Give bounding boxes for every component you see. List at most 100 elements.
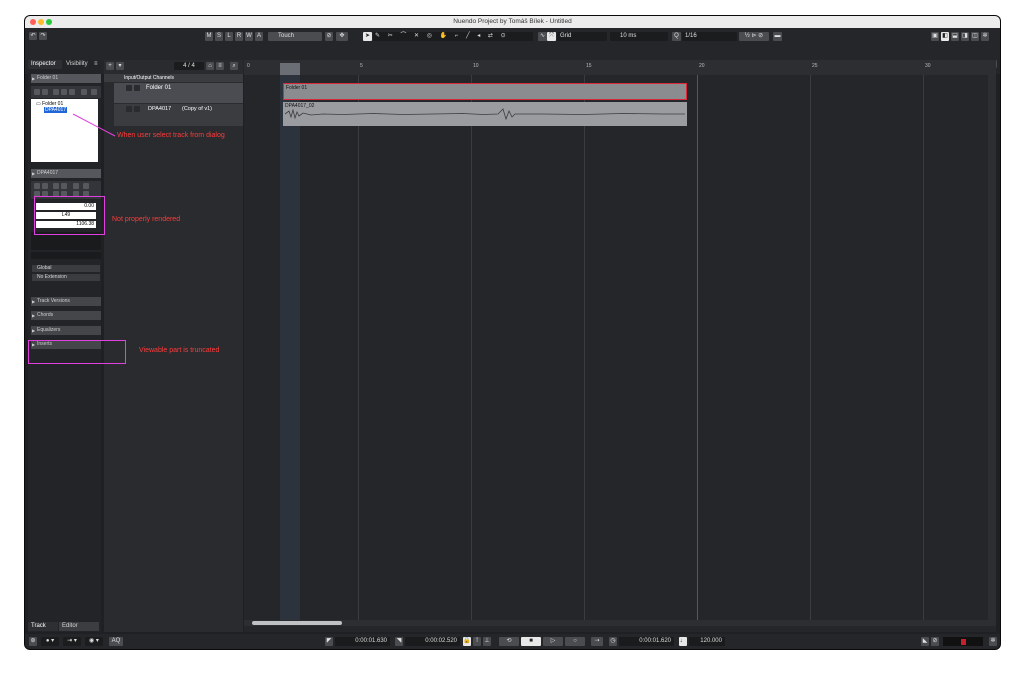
menu-icon[interactable]: ≡	[94, 61, 98, 67]
solo-icon[interactable]	[42, 89, 48, 95]
tempo-field[interactable]: 120.000	[689, 637, 725, 646]
snap-on-icon[interactable]: ⤧	[547, 32, 556, 41]
write-icon[interactable]	[61, 183, 67, 189]
automation-mode-select[interactable]: Touch	[268, 32, 322, 41]
add-track-icon[interactable]: +	[106, 62, 114, 70]
tool-buttons[interactable]: ✎ ✂ ⌒ ✕ ◎ ✋ ⌐ ╱ ◂ ⇄ ⊙	[373, 32, 533, 41]
record-icon[interactable]	[83, 183, 89, 189]
project-info-icon[interactable]: ▬	[773, 32, 782, 41]
cycle-icon[interactable]: ⟲	[499, 637, 519, 646]
folder-track-row[interactable]: Folder 01	[114, 83, 243, 103]
object-selection-tool-icon[interactable]: ➤	[363, 32, 372, 41]
io-empty-row[interactable]	[31, 252, 101, 259]
mute-icon[interactable]	[126, 85, 132, 91]
gear-icon[interactable]: ✲	[989, 637, 997, 646]
output-icon[interactable]: ⊘	[931, 637, 939, 646]
tab-inspector[interactable]: Inspector	[28, 60, 62, 69]
mixer-toggle-icon[interactable]: ◫	[971, 32, 979, 41]
write-button[interactable]: W	[245, 32, 253, 41]
solo-icon[interactable]	[134, 106, 140, 112]
constrain-delay-icon[interactable]: ⊘	[325, 32, 333, 41]
close-window-button[interactable]	[30, 19, 36, 25]
cycle-marker[interactable]	[280, 63, 300, 75]
lock-icon[interactable]: 🔒	[463, 637, 471, 646]
read-button[interactable]: R	[235, 32, 243, 41]
list-icon[interactable]: ≡	[216, 62, 224, 70]
redo-icon[interactable]: ↷	[39, 32, 47, 40]
extension-select[interactable]: No Extension	[32, 274, 100, 281]
tab-visibility[interactable]: Visibility	[63, 60, 93, 69]
home-icon[interactable]: ⌂	[206, 62, 214, 70]
layout-bottom-icon[interactable]: ⬓	[951, 32, 959, 41]
auto-quantize-select[interactable]: ◉ ▾	[85, 637, 103, 646]
jump-icon[interactable]: ⇢	[591, 637, 603, 646]
solo-icon[interactable]	[42, 183, 48, 189]
track-section-header[interactable]: DPA4017	[31, 169, 101, 178]
minimize-window-button[interactable]	[38, 19, 44, 25]
mute-button[interactable]: M	[205, 32, 213, 41]
punch-in-icon[interactable]: ⊺	[473, 637, 481, 646]
folder-section-header[interactable]: Folder 01	[31, 74, 101, 83]
audio-track-row[interactable]: DPA4017 (Copy of v1)	[114, 104, 243, 126]
layout-right-icon[interactable]: ◨	[961, 32, 969, 41]
search-icon[interactable]: ⌕	[230, 62, 238, 70]
tempo-track-icon[interactable]: ♩	[679, 637, 687, 646]
right-locator-icon[interactable]: ◥	[395, 637, 403, 646]
tab-track[interactable]: Track	[28, 622, 58, 631]
auto-quantize-button[interactable]: AQ	[109, 637, 123, 646]
io-channels-row[interactable]: Input/Output Channels	[104, 74, 243, 82]
chords-section[interactable]: Chords	[31, 311, 101, 320]
snap-type-select[interactable]: Grid	[557, 32, 607, 41]
settings-icon[interactable]: ✲	[981, 32, 989, 41]
input-icon[interactable]: ◣	[921, 637, 929, 646]
grid-value-select[interactable]: 10 ms	[610, 32, 668, 41]
snap-icon[interactable]: ∿	[538, 32, 547, 41]
edit-icon[interactable]	[73, 183, 79, 189]
listen-button[interactable]: L	[225, 32, 233, 41]
punch-out-icon[interactable]: ⊥	[483, 637, 491, 646]
punch-select[interactable]: ● ▾	[41, 637, 59, 646]
left-locator-icon[interactable]: ◤	[325, 637, 333, 646]
mute-icon[interactable]	[126, 106, 132, 112]
play-icon[interactable]: ▷	[543, 637, 563, 646]
solo-icon[interactable]	[134, 85, 140, 91]
right-locator-field[interactable]: 0:00:02.520	[405, 637, 460, 646]
zoom-window-button[interactable]	[46, 19, 52, 25]
record-mode-icon[interactable]: ⊛	[29, 637, 37, 646]
monitor-icon[interactable]	[69, 89, 75, 95]
read-icon[interactable]	[53, 89, 59, 95]
cycle-mode-select[interactable]: ⇥ ▾	[63, 637, 81, 646]
record-icon[interactable]: ○	[565, 637, 585, 646]
undo-icon[interactable]: ↶	[29, 32, 37, 40]
layout-left-icon[interactable]: ◧	[941, 32, 949, 41]
tab-editor[interactable]: Editor	[59, 622, 99, 631]
left-locator-field[interactable]: 0:00:01.630	[335, 637, 390, 646]
equalizers-section[interactable]: Equalizers	[31, 326, 101, 335]
position-field[interactable]: 0:00:01.620	[619, 637, 674, 646]
mute-icon[interactable]	[34, 183, 40, 189]
lock-icon[interactable]	[91, 89, 97, 95]
tree-track-item[interactable]: DPA4017	[44, 107, 68, 113]
automation-button[interactable]: A	[255, 32, 263, 41]
horizontal-scrollbar[interactable]	[244, 620, 996, 626]
read-icon[interactable]	[53, 183, 59, 189]
mute-icon[interactable]	[34, 89, 40, 95]
audio-event[interactable]: DPA4017_02	[283, 102, 687, 126]
edit-icon[interactable]	[81, 89, 87, 95]
routing-select[interactable]: Global	[32, 265, 100, 272]
add-track-type-icon[interactable]: ▾	[116, 62, 124, 70]
solo-button[interactable]: S	[215, 32, 223, 41]
stop-icon[interactable]: ■	[521, 637, 541, 646]
quantize-value-select[interactable]: 1/16	[682, 32, 737, 41]
write-icon[interactable]	[61, 89, 67, 95]
time-display-icon[interactable]: ◷	[609, 637, 617, 646]
quantize-tools[interactable]: ½ ⊳ ⊘	[739, 32, 769, 41]
folder-event[interactable]: Folder 01	[283, 83, 687, 100]
quantize-label[interactable]: Q	[672, 32, 681, 41]
track-versions-section[interactable]: Track Versions	[31, 297, 101, 306]
vertical-scrollbar[interactable]	[988, 75, 996, 620]
layout-icon[interactable]: ▣	[931, 32, 939, 41]
scroll-thumb[interactable]	[252, 621, 342, 625]
edit-mode-icon[interactable]: ✥	[336, 32, 348, 41]
timeline-ruler[interactable]: 0 5 10 15 20 25 30	[244, 60, 996, 75]
